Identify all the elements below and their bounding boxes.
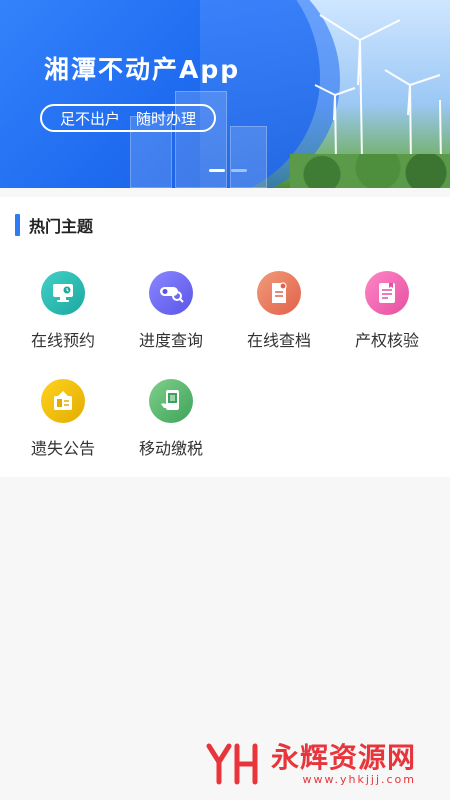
topic-label: 进度查询 [138, 331, 203, 350]
topic-label: 在线查档 [246, 331, 311, 350]
search-progress-icon [149, 271, 193, 315]
document-search-icon [257, 271, 301, 315]
section-title: 热门主题 [29, 217, 94, 236]
carousel-dot-active[interactable] [209, 169, 225, 172]
notice-board-icon [41, 379, 85, 423]
topic-online-appointment[interactable]: 在线预约 [7, 271, 119, 351]
topic-label: 在线预约 [30, 331, 95, 350]
carousel-indicator [209, 169, 247, 172]
topic-property-verification[interactable]: 产权核验 [331, 271, 443, 351]
certificate-icon [365, 271, 409, 315]
section-accent-bar [15, 214, 20, 236]
tagline-right: 随时办理 [136, 109, 197, 128]
topic-label: 移动缴税 [138, 439, 203, 458]
hot-topics-section: 热门主题 在线预约 进度查询 在线查档 产权核验 遗失公告 移动缴税 [0, 197, 450, 477]
topic-progress-query[interactable]: 进度查询 [115, 271, 227, 351]
topic-loss-notice[interactable]: 遗失公告 [7, 379, 119, 459]
carousel-dot[interactable] [231, 169, 247, 172]
tagline-left: 足不出户 [59, 109, 120, 128]
topic-online-archive[interactable]: 在线查档 [223, 271, 335, 351]
topic-label: 产权核验 [354, 331, 419, 350]
banner-tagline: 足不出户 随时办理 [40, 104, 216, 132]
monitor-clock-icon [41, 271, 85, 315]
banner-title: 湘潭不动产App [44, 55, 241, 84]
watermark-url: www.yhkjjj.com [302, 772, 417, 786]
wind-turbines-illustration [314, 14, 442, 166]
watermark-logo-icon [206, 743, 258, 785]
topic-label: 遗失公告 [30, 439, 95, 458]
banner-carousel[interactable]: 湘潭不动产App 足不出户 随时办理 [0, 0, 450, 188]
trees-illustration [290, 154, 450, 188]
section-header: 热门主题 [15, 213, 93, 237]
building-shape [230, 126, 267, 188]
mobile-tax-icon [149, 379, 193, 423]
watermark: 永辉资源网 www.yhkjjj.com [205, 740, 416, 788]
topic-mobile-tax[interactable]: 移动缴税 [115, 379, 227, 459]
watermark-brand: 永辉资源网 [271, 740, 417, 774]
